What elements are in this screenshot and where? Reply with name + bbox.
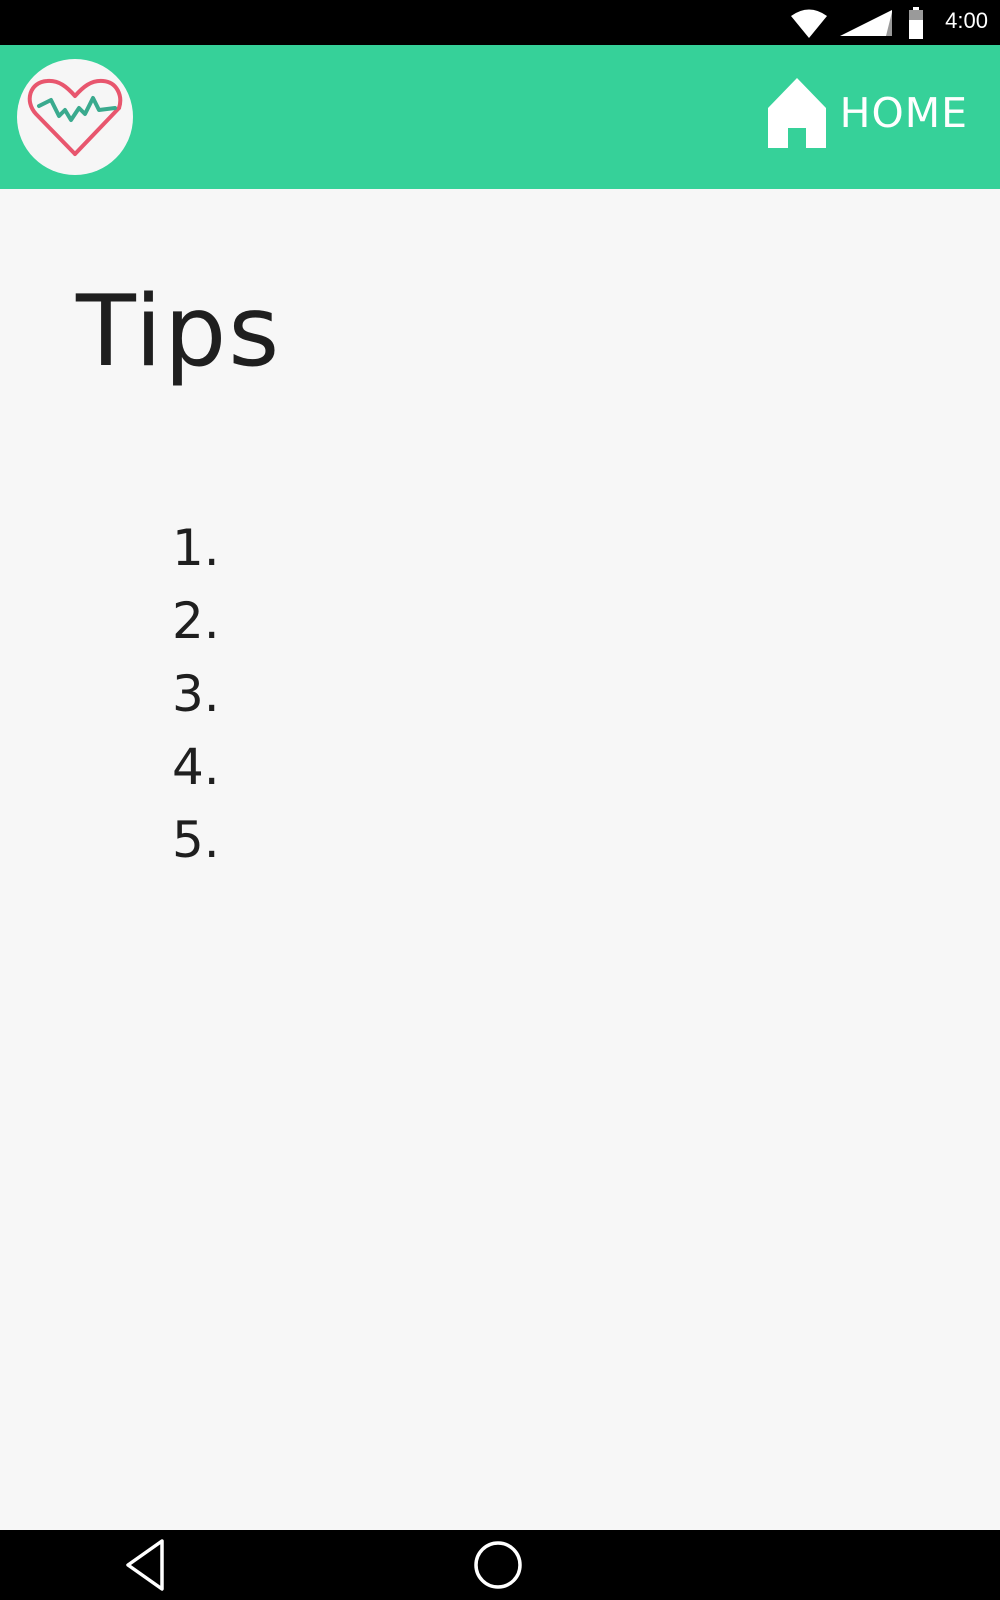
system-home-button[interactable] bbox=[472, 1538, 524, 1596]
tips-list: 1. 2. 3. 4. 5. bbox=[172, 512, 220, 877]
app-bar: HOME bbox=[0, 45, 1000, 189]
home-label: HOME bbox=[839, 89, 968, 137]
back-triangle-icon bbox=[126, 1539, 164, 1591]
list-item: 4. bbox=[172, 738, 220, 796]
list-item: 1. bbox=[172, 519, 220, 577]
list-item: 2. bbox=[172, 592, 220, 650]
wifi-icon bbox=[790, 7, 828, 43]
page-title: Tips bbox=[76, 275, 282, 389]
list-item: 3. bbox=[172, 665, 220, 723]
list-item: 5. bbox=[172, 811, 220, 869]
back-button[interactable] bbox=[124, 1538, 166, 1596]
home-button[interactable]: HOME bbox=[767, 77, 968, 149]
cell-signal-icon bbox=[840, 10, 892, 40]
app-logo[interactable] bbox=[17, 59, 133, 175]
house-icon bbox=[767, 78, 826, 148]
heart-pulse-icon bbox=[27, 78, 123, 156]
home-circle-icon bbox=[474, 1541, 522, 1589]
navigation-bar bbox=[0, 1530, 1000, 1600]
battery-icon bbox=[908, 7, 924, 43]
status-clock: 4:00 bbox=[945, 8, 988, 33]
status-bar: 4:00 bbox=[0, 0, 1000, 45]
